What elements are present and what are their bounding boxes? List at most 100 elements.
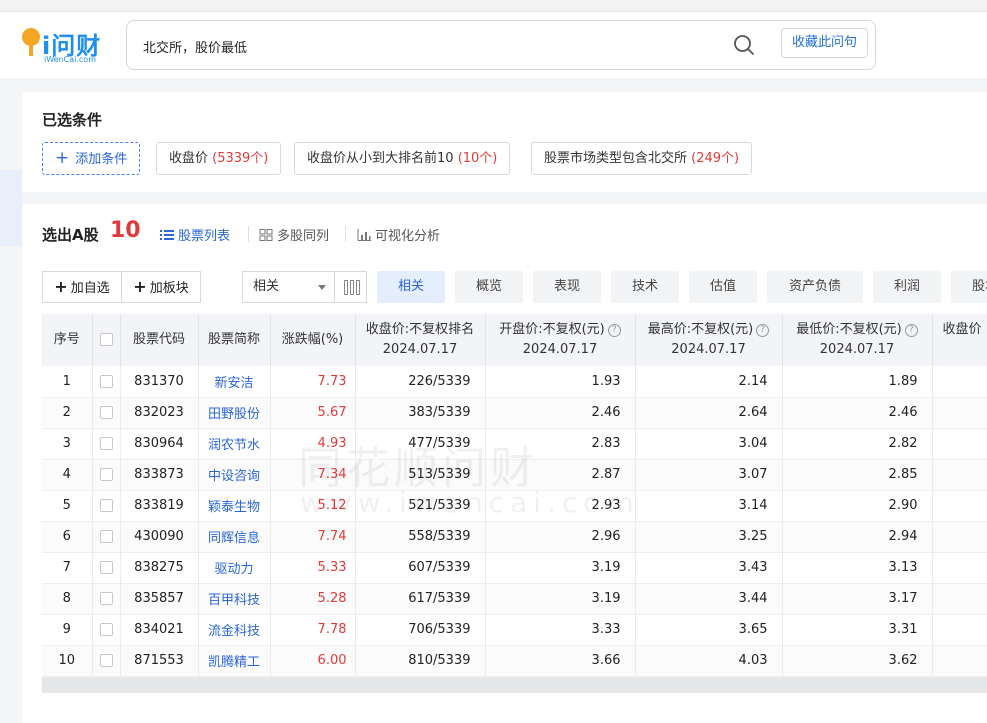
results-count: 10	[110, 218, 141, 243]
row-index: 7	[42, 552, 93, 584]
table-row[interactable]: 1 831370 新安洁 7.73 226/5339 1.93 2.14 1.89	[42, 366, 987, 398]
table-row[interactable]: 3 830964 润农节水 4.93 477/5339 2.83 3.04 2.82	[42, 428, 987, 460]
stock-name-link[interactable]: 流金科技	[198, 614, 271, 646]
column-settings-button[interactable]	[334, 271, 367, 303]
condition-chip-rank[interactable]: 收盘价从小到大排名前10 (10个)	[294, 142, 511, 175]
stock-name-link[interactable]: 凯腾精工	[198, 645, 271, 677]
tab-multi-stock[interactable]: 多股同列	[259, 225, 329, 244]
logo[interactable]: i问财 iWenCai.com	[22, 26, 112, 66]
search-input[interactable]: 北交所，股价最低	[143, 37, 247, 56]
condition-chip-close[interactable]: 收盘价 (5339个)	[156, 142, 282, 175]
col-select-all[interactable]	[92, 314, 121, 366]
stock-name-link[interactable]: 中设咨询	[198, 459, 271, 491]
row-checkbox-cell[interactable]	[92, 459, 121, 491]
list-icon	[160, 229, 174, 240]
select-all-checkbox[interactable]	[99, 333, 113, 346]
help-icon[interactable]: ?	[607, 324, 621, 337]
table-header-row: 序号 股票代码 股票简称 涨跌幅(%) 收盘价:不复权排名 2024.07.17 …	[42, 314, 987, 366]
row-checkbox[interactable]	[99, 561, 113, 574]
change-percent: 7.73	[270, 366, 356, 398]
row-checkbox-cell[interactable]	[92, 366, 121, 398]
row-checkbox[interactable]	[99, 530, 113, 543]
row-index: 4	[42, 459, 93, 491]
table-row[interactable]: 10 871553 凯腾精工 6.00 810/5339 3.66 4.03 3.62	[42, 645, 987, 677]
add-block-button[interactable]: + 加板块	[121, 271, 201, 303]
row-checkbox[interactable]	[99, 406, 113, 419]
filter-tab-overview[interactable]: 概览	[455, 271, 523, 303]
row-checkbox[interactable]	[99, 623, 113, 636]
row-index: 1	[42, 366, 93, 398]
col-close-rank[interactable]: 收盘价:不复权排名 2024.07.17	[355, 314, 486, 366]
row-checkbox[interactable]	[99, 374, 113, 388]
table-row[interactable]: 2 832023 田野股份 5.67 383/5339 2.46 2.64 2.46	[42, 397, 987, 429]
row-checkbox-cell[interactable]	[92, 428, 121, 460]
tab-stock-list[interactable]: 股票列表	[160, 225, 230, 244]
table-row[interactable]: 7 838275 驱动力 5.33 607/5339 3.19 3.43 3.13	[42, 552, 987, 584]
search-box[interactable]: 北交所，股价最低 收藏此问句	[126, 20, 876, 70]
stock-name-link[interactable]: 新安洁	[198, 366, 271, 398]
row-checkbox[interactable]	[99, 468, 113, 481]
filter-tab-performance[interactable]: 表现	[533, 271, 601, 303]
horizontal-scrollbar[interactable]	[42, 677, 987, 693]
change-percent: 6.00	[270, 645, 356, 677]
col-code[interactable]: 股票代码	[120, 314, 199, 366]
col-close[interactable]: 收盘价 20	[932, 314, 987, 366]
help-icon[interactable]: ?	[756, 324, 770, 337]
row-checkbox[interactable]	[99, 654, 113, 667]
search-icon[interactable]	[733, 34, 755, 56]
favorite-query-button[interactable]: 收藏此问句	[781, 28, 868, 58]
row-checkbox-cell[interactable]	[92, 614, 121, 646]
add-watchlist-label: 加自选	[70, 281, 110, 296]
col-low[interactable]: 最低价:不复权(元)? 2024.07.17	[782, 314, 933, 366]
row-checkbox-cell[interactable]	[92, 583, 121, 615]
filter-tab-equity[interactable]: 股本	[951, 271, 987, 303]
add-condition-label: 添加条件	[75, 152, 128, 167]
open-price: 1.93	[485, 366, 636, 398]
filter-tab-technical[interactable]: 技术	[611, 271, 679, 303]
stock-name-link[interactable]: 驱动力	[198, 552, 271, 584]
col-open[interactable]: 开盘价:不复权(元)? 2024.07.17	[485, 314, 636, 366]
row-checkbox[interactable]	[99, 499, 113, 512]
stock-name-link[interactable]: 颖泰生物	[198, 490, 271, 522]
table-row[interactable]: 4 833873 中设咨询 7.34 513/5339 2.87 3.07 2.85	[42, 459, 987, 491]
help-icon[interactable]: ?	[904, 324, 918, 337]
stock-name-link[interactable]: 田野股份	[198, 397, 271, 429]
filter-tab-balance[interactable]: 资产负债	[767, 271, 863, 303]
close-rank: 477/5339	[355, 428, 486, 460]
col-change[interactable]: 涨跌幅(%)	[270, 314, 356, 366]
col-name[interactable]: 股票简称	[198, 314, 271, 366]
row-checkbox[interactable]	[99, 437, 113, 450]
open-price: 3.19	[485, 552, 636, 584]
low-price: 3.17	[782, 583, 933, 615]
column-icon-bar	[356, 280, 360, 295]
filter-tab-valuation[interactable]: 估值	[689, 271, 757, 303]
row-checkbox-cell[interactable]	[92, 552, 121, 584]
row-checkbox[interactable]	[99, 592, 113, 605]
row-checkbox-cell[interactable]	[92, 397, 121, 429]
row-index: 10	[42, 645, 93, 677]
filter-tab-related[interactable]: 相关	[377, 271, 445, 303]
table-row[interactable]: 5 833819 颖泰生物 5.12 521/5339 2.93 3.14 2.90	[42, 490, 987, 522]
col-high[interactable]: 最高价:不复权(元)? 2024.07.17	[635, 314, 783, 366]
change-percent: 5.33	[270, 552, 356, 584]
stock-name-link[interactable]: 同辉信息	[198, 521, 271, 553]
table-row[interactable]: 6 430090 同辉信息 7.74 558/5339 2.96 3.25 2.94	[42, 521, 987, 553]
stock-name-link[interactable]: 百甲科技	[198, 583, 271, 615]
close-rank: 558/5339	[355, 521, 486, 553]
sort-select[interactable]: 相关	[242, 271, 334, 303]
add-condition-button[interactable]: + 添加条件	[42, 142, 141, 175]
condition-chip-market[interactable]: 股票市场类型包含北交所 (249个)	[531, 142, 753, 175]
row-checkbox-cell[interactable]	[92, 490, 121, 522]
sidebar-active-item[interactable]	[0, 170, 22, 246]
table-row[interactable]: 9 834021 流金科技 7.78 706/5339 3.33 3.65 3.31	[42, 614, 987, 646]
stock-code: 838275	[120, 552, 199, 584]
row-checkbox-cell[interactable]	[92, 645, 121, 677]
col-open-date: 2024.07.17	[522, 342, 598, 357]
table-row[interactable]: 8 835857 百甲科技 5.28 617/5339 3.19 3.44 3.17	[42, 583, 987, 615]
add-watchlist-button[interactable]: + 加自选	[42, 271, 122, 303]
stock-name-link[interactable]: 润农节水	[198, 428, 271, 460]
row-checkbox-cell[interactable]	[92, 521, 121, 553]
tab-visual-analysis[interactable]: 可视化分析	[357, 225, 440, 244]
col-index[interactable]: 序号	[42, 314, 93, 366]
filter-tab-profit[interactable]: 利润	[873, 271, 941, 303]
